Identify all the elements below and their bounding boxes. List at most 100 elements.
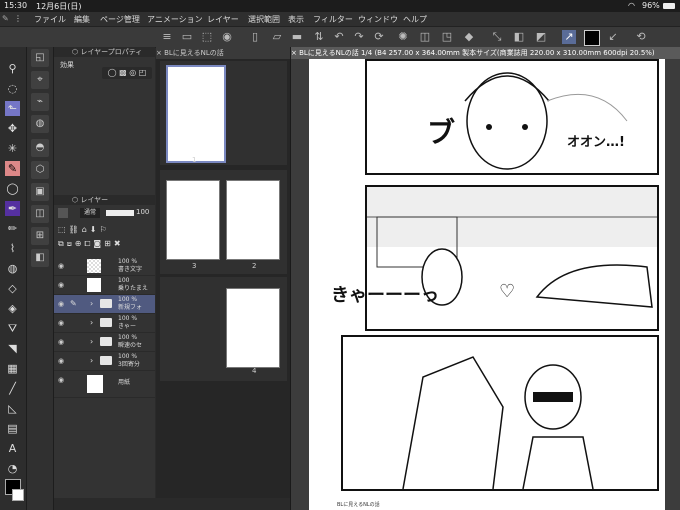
operation-icon[interactable]: ⬑ (5, 101, 20, 116)
layer-row[interactable]: ◉ 用紙 (54, 371, 155, 398)
select-icon[interactable]: ⬚ (200, 30, 214, 44)
undo-icon[interactable]: ↶ (332, 30, 346, 44)
layer-row[interactable]: ◉ › 100 % 瞬速のセ (54, 333, 155, 352)
pen-pressure-icon[interactable]: ↙ (606, 30, 620, 44)
layer-lock-icons[interactable]: ⬚⛓⌂⬇⚐ (58, 225, 110, 234)
move-icon[interactable]: ✥ (5, 121, 20, 136)
eye-icon[interactable]: ◉ (58, 262, 64, 270)
menu-file[interactable]: ファイル (34, 14, 66, 25)
flip-icon[interactable]: ◧ (512, 30, 526, 44)
layer-row[interactable]: ◉ › 100 % 3回寄分 (54, 352, 155, 371)
page-thumb[interactable] (166, 180, 220, 260)
menu-page[interactable]: ページ管理 (100, 14, 140, 25)
page-thumb[interactable] (226, 180, 280, 260)
settings-icon[interactable]: ⟲ (634, 30, 648, 44)
layer-action-icons[interactable]: ⧉⧈⊕⧠◙⊞✖ (58, 239, 124, 249)
menu-selection[interactable]: 選択範囲 (248, 14, 280, 25)
eraser-icon[interactable]: ◇ (5, 281, 20, 296)
fill-tool-icon[interactable]: ⛛ (5, 321, 20, 336)
chevron-right-icon[interactable]: › (90, 299, 93, 308)
view-icon[interactable]: ◉ (220, 30, 234, 44)
palette-icon-2[interactable]: ⌖ (31, 71, 49, 89)
layer-row[interactable]: ◉ 100 % 書き文字 (54, 257, 155, 276)
menu-view[interactable]: 表示 (288, 14, 304, 25)
lasso-icon[interactable]: ◩ (534, 30, 548, 44)
page-thumb[interactable] (226, 288, 280, 368)
brush-icon[interactable]: ✎ (2, 14, 9, 23)
bucket-icon[interactable]: ◥ (5, 341, 20, 356)
layer-row[interactable]: ◉ ✎ › 100 % 新規フォ (54, 295, 155, 314)
effect-buttons[interactable]: ◯ ▩ ◎ ◰ (102, 67, 152, 79)
chevron-right-icon[interactable]: › (90, 318, 93, 327)
palette-icon-9[interactable]: ⊞ (31, 227, 49, 245)
crop-icon[interactable]: ◳ (440, 30, 454, 44)
layer-row[interactable]: ◉ 100 乗りたまえ (54, 276, 155, 295)
eyedrop-icon[interactable]: ✎ (5, 161, 20, 176)
clear-icon[interactable]: ◫ (418, 30, 432, 44)
gradient-icon[interactable]: ▦ (5, 361, 20, 376)
opacity-slider[interactable] (106, 210, 134, 216)
refresh-icon[interactable]: ⟳ (372, 30, 386, 44)
figure-icon[interactable]: ╱ (5, 381, 20, 396)
eye-icon[interactable]: ◉ (58, 319, 64, 327)
lasso-tool-icon[interactable]: ◯ (5, 181, 20, 196)
stepper-icon[interactable]: ⇅ (312, 30, 326, 44)
blend-mode-select[interactable]: 通常 (80, 208, 100, 218)
ruler-snap-icon[interactable]: ↗ (562, 30, 576, 44)
manga-page[interactable]: ブ オオン…! きゃーーーっ ♡ BLに見えるNLの話 (309, 59, 665, 510)
canvas-tab[interactable]: × BLに見えるNLの話 1/4 (B4 257.00 x 364.00mm 製… (291, 47, 680, 59)
open-icon[interactable]: ▱ (270, 30, 284, 44)
pen-icon[interactable]: ✒ (5, 201, 20, 216)
eye-icon[interactable]: ◉ (58, 357, 64, 365)
sub-color-icon[interactable] (12, 489, 24, 501)
fill-icon[interactable]: ◆ (462, 30, 476, 44)
hand-icon[interactable]: ◌ (5, 81, 20, 96)
color-swatch-icon[interactable] (584, 30, 600, 46)
page-thumb[interactable] (166, 65, 226, 163)
page-icon[interactable]: ▭ (180, 30, 194, 44)
ruler-icon[interactable]: ▤ (5, 421, 20, 436)
palette-icon-5[interactable]: ◓ (31, 139, 49, 157)
eye-icon[interactable]: ◉ (58, 376, 64, 384)
layer-row[interactable]: ◉ › 100 % きゃー (54, 314, 155, 333)
eye-icon[interactable]: ◉ (58, 300, 64, 308)
palette-icon-3[interactable]: ⌁ (31, 93, 49, 111)
transform-icon[interactable]: ⤡ (490, 30, 504, 44)
airbrush-icon[interactable]: ◍ (5, 261, 20, 276)
palette-icon-6[interactable]: ⬡ (31, 161, 49, 179)
chevron-right-icon[interactable]: › (90, 356, 93, 365)
menu-icon[interactable]: ≡ (160, 30, 174, 44)
text-icon[interactable]: A (5, 441, 20, 456)
blend-icon[interactable]: ◈ (5, 301, 20, 316)
chevron-right-icon[interactable]: › (90, 337, 93, 346)
palette-icon-10[interactable]: ◧ (31, 249, 49, 267)
redo-icon[interactable]: ↷ (352, 30, 366, 44)
menu-filter[interactable]: フィルター (313, 14, 353, 25)
menu-edit[interactable]: 編集 (74, 14, 90, 25)
page-manager-tab[interactable]: × BLに見えるNLの話 (156, 47, 290, 59)
balloon-icon[interactable]: ◔ (5, 461, 20, 476)
menu-layer[interactable]: レイヤー (207, 14, 239, 25)
frame-icon[interactable]: ◺ (5, 401, 20, 416)
palette-icon-7[interactable]: ▣ (31, 183, 49, 201)
menu-window[interactable]: ウィンドウ (358, 14, 398, 25)
more-icon[interactable]: ⋮ (14, 14, 22, 23)
eye-icon[interactable]: ◉ (58, 281, 64, 289)
palette-icon-4[interactable]: ◍ (31, 115, 49, 133)
wand-icon[interactable]: ✳ (5, 141, 20, 156)
menu-help[interactable]: ヘルプ (403, 14, 427, 25)
new-file-icon[interactable]: ▯ (248, 30, 262, 44)
layer-thumbnail (87, 375, 103, 393)
close-icon[interactable]: × (156, 49, 164, 57)
palette-icon-8[interactable]: ◫ (31, 205, 49, 223)
loading-icon[interactable]: ✺ (396, 30, 410, 44)
zoom-icon[interactable]: ⚲ (5, 61, 20, 76)
menu-animation[interactable]: アニメーション (147, 14, 203, 25)
eye-icon[interactable]: ◉ (58, 338, 64, 346)
palette-icon-1[interactable]: ◱ (31, 49, 49, 67)
save-icon[interactable]: ▬ (290, 30, 304, 44)
brush-tool-icon[interactable]: ⌇ (5, 241, 20, 256)
pencil-icon[interactable]: ✏ (5, 221, 20, 236)
close-icon[interactable]: × (291, 49, 299, 57)
layer-color-icon[interactable] (58, 208, 68, 218)
